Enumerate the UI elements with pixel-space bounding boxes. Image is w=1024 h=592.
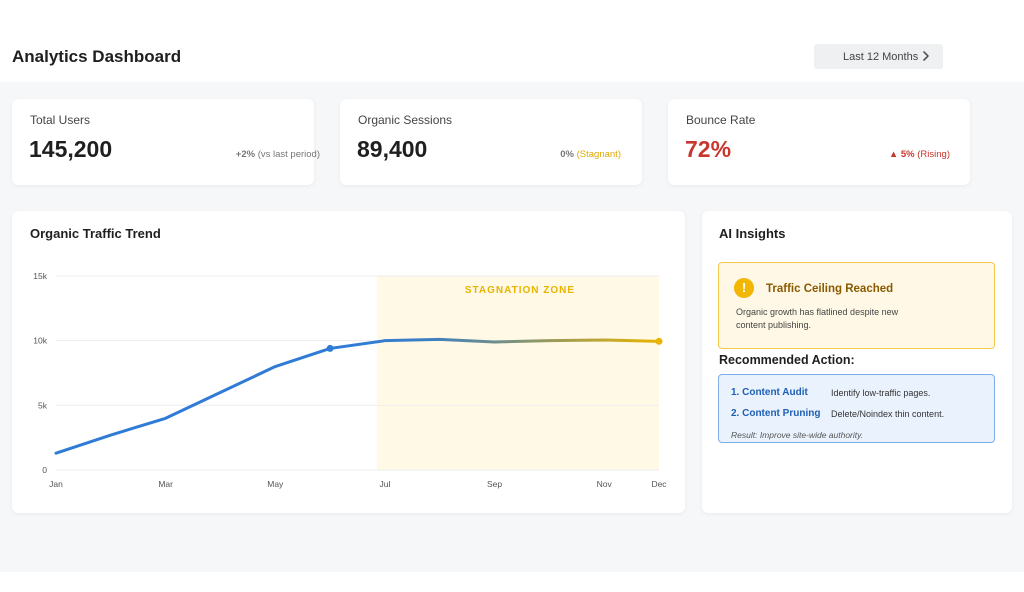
date-range-button[interactable]: Last 12 Months xyxy=(814,44,943,69)
chart-title: Organic Traffic Trend xyxy=(30,226,161,241)
action-name: 1. Content Audit xyxy=(731,387,808,398)
traffic-trend-card: Organic Traffic Trend xyxy=(12,211,685,513)
action-desc: Identify low-traffic pages. xyxy=(831,388,931,398)
alert-title: Traffic Ceiling Reached xyxy=(766,283,894,295)
kpi-label: Total Users xyxy=(30,113,91,127)
kpi-change-value: +2% xyxy=(235,149,256,160)
date-range-label: Last 12 Months xyxy=(843,50,919,63)
kpi-label: Bounce Rate xyxy=(686,113,756,127)
ai-insights-card: AI Insights ! Traffic Ceiling Reached Or… xyxy=(702,211,1012,513)
kpi-change-value: ▲ 5% xyxy=(888,149,915,160)
kpi-value: 72% xyxy=(685,136,732,162)
action-desc: Delete/Noindex thin content. xyxy=(831,409,945,419)
page-header: Analytics Dashboard Last 12 Months xyxy=(0,0,1024,82)
action-name: 2. Content Pruning xyxy=(731,408,821,419)
kpi-change: 0% (Stagnant) xyxy=(560,149,621,160)
kpi-card-bounce-rate: Bounce Rate 72% ▲ 5% (Rising) xyxy=(668,99,970,185)
kpi-change-value: 0% xyxy=(560,149,574,160)
kpi-card-organic-sessions: Organic Sessions 89,400 0% (Stagnant) xyxy=(340,99,642,185)
exclamation-icon: ! xyxy=(734,278,754,298)
traffic-ceiling-alert: ! Traffic Ceiling Reached Organic growth… xyxy=(718,262,995,349)
footer-strip xyxy=(0,572,1024,592)
recommended-actions-box: 1. Content Audit Identify low-traffic pa… xyxy=(718,374,995,443)
kpi-label: Organic Sessions xyxy=(358,113,453,127)
chevron-right-icon xyxy=(923,51,929,61)
kpi-value: 145,200 xyxy=(29,136,113,162)
kpi-value: 89,400 xyxy=(357,136,428,162)
kpi-change: ▲ 5% (Rising) xyxy=(889,149,950,160)
kpi-change: +2% (vs last period) xyxy=(236,149,320,160)
kpi-card-total-users: Total Users 145,200 +2% (vs last period) xyxy=(12,99,320,185)
kpi-change-note: (Stagnant) xyxy=(576,149,621,160)
kpi-change-note: (vs last period) xyxy=(257,149,320,160)
page-title: Analytics Dashboard xyxy=(12,47,182,66)
ai-insights-title: AI Insights xyxy=(719,226,786,241)
recommended-action-title: Recommended Action: xyxy=(719,353,855,367)
alert-text: Organic growth has flatlined despite new… xyxy=(736,307,899,330)
kpi-change-note: (Rising) xyxy=(917,149,950,160)
result-note: Result: Improve site-wide authority. xyxy=(731,430,864,440)
